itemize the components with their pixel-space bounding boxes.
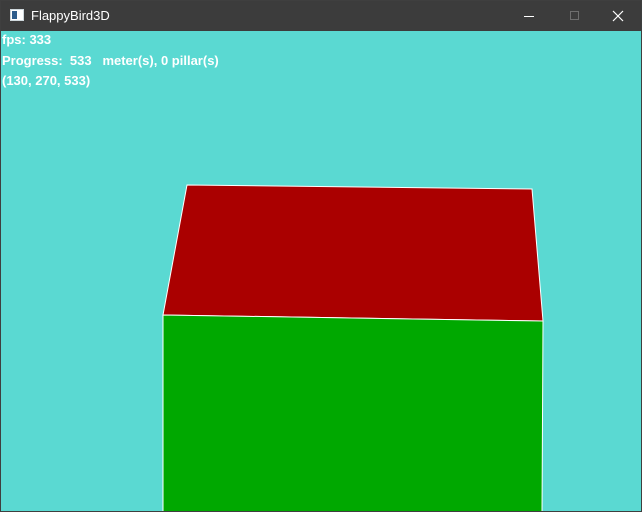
pillar-top-face [162,184,544,322]
pillar-front-face [162,314,544,511]
game-scene [1,31,641,511]
game-viewport[interactable]: fps: 333 Progress: 533 meter(s), 0 pilla… [1,31,641,511]
minimize-button[interactable] [506,1,552,31]
position-readout: (130, 270, 533) [2,73,91,88]
app-window-icon [10,9,24,21]
window-title: FlappyBird3D [31,8,110,23]
close-icon [612,10,624,22]
title-bar[interactable]: FlappyBird3D [1,1,641,31]
close-button[interactable] [595,1,641,31]
fps-counter: fps: 333 [2,32,52,47]
game-window: FlappyBird3D fps: 333 Progress: 533 mete… [0,0,642,512]
progress-readout: Progress: 533 meter(s), 0 pillar(s) [2,53,219,68]
minimize-icon [524,16,534,17]
maximize-button[interactable] [552,1,598,31]
maximize-icon [570,11,579,20]
